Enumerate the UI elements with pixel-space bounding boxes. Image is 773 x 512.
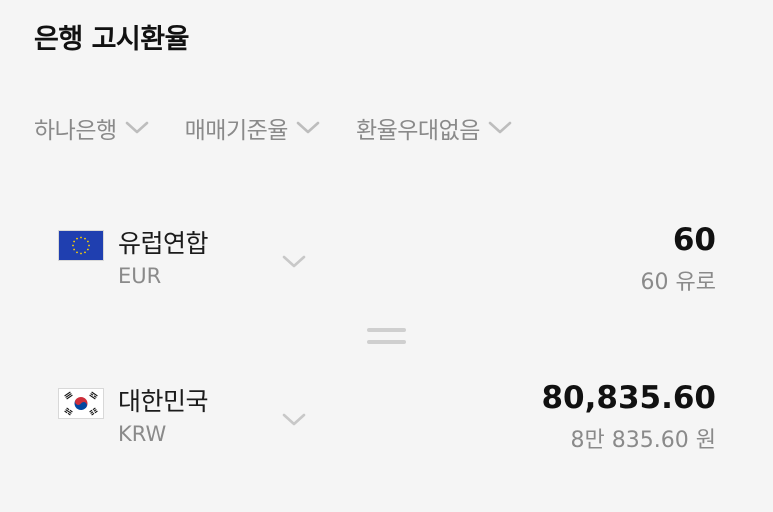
preferential-rate-selector-label: 환율우대없음 bbox=[355, 118, 480, 144]
chevron-down-icon bbox=[296, 121, 320, 135]
filter-bar: 하나은행 매매기준율 환율우대없음 bbox=[34, 108, 548, 148]
from-currency-dropdown-chevron-icon[interactable] bbox=[282, 254, 306, 268]
chevron-down-icon bbox=[125, 121, 149, 135]
to-currency-dropdown-chevron-icon[interactable] bbox=[282, 412, 306, 426]
to-currency-row: 대한민국 KRW 80,835.60 8만 835.60 원 bbox=[0, 378, 773, 458]
to-amount-text: 8만 835.60 원 bbox=[570, 428, 716, 453]
from-amount-text: 60 유로 bbox=[640, 270, 716, 295]
from-amount-input[interactable]: 60 bbox=[673, 222, 716, 258]
from-currency-code: EUR bbox=[118, 264, 162, 288]
chevron-down-icon bbox=[488, 121, 512, 135]
kr-flag-icon bbox=[58, 388, 104, 419]
rate-type-selector-label: 매매기준율 bbox=[184, 118, 289, 144]
rate-type-selector[interactable]: 매매기준율 bbox=[185, 111, 320, 145]
bank-selector-label: 하나은행 bbox=[34, 118, 117, 144]
preferential-rate-selector[interactable]: 환율우대없음 bbox=[356, 111, 512, 145]
to-currency-code: KRW bbox=[118, 422, 167, 446]
bank-selector[interactable]: 하나은행 bbox=[34, 111, 149, 145]
to-amount-value[interactable]: 80,835.60 bbox=[541, 380, 716, 416]
eu-flag-icon bbox=[58, 230, 104, 261]
equals-icon bbox=[367, 328, 406, 346]
page-title: 은행 고시환율 bbox=[34, 24, 189, 55]
from-currency-row: 유럽연합 EUR 60 60 유로 bbox=[0, 220, 773, 300]
from-currency-name: 유럽연합 bbox=[118, 229, 209, 258]
to-currency-name: 대한민국 bbox=[118, 387, 209, 416]
